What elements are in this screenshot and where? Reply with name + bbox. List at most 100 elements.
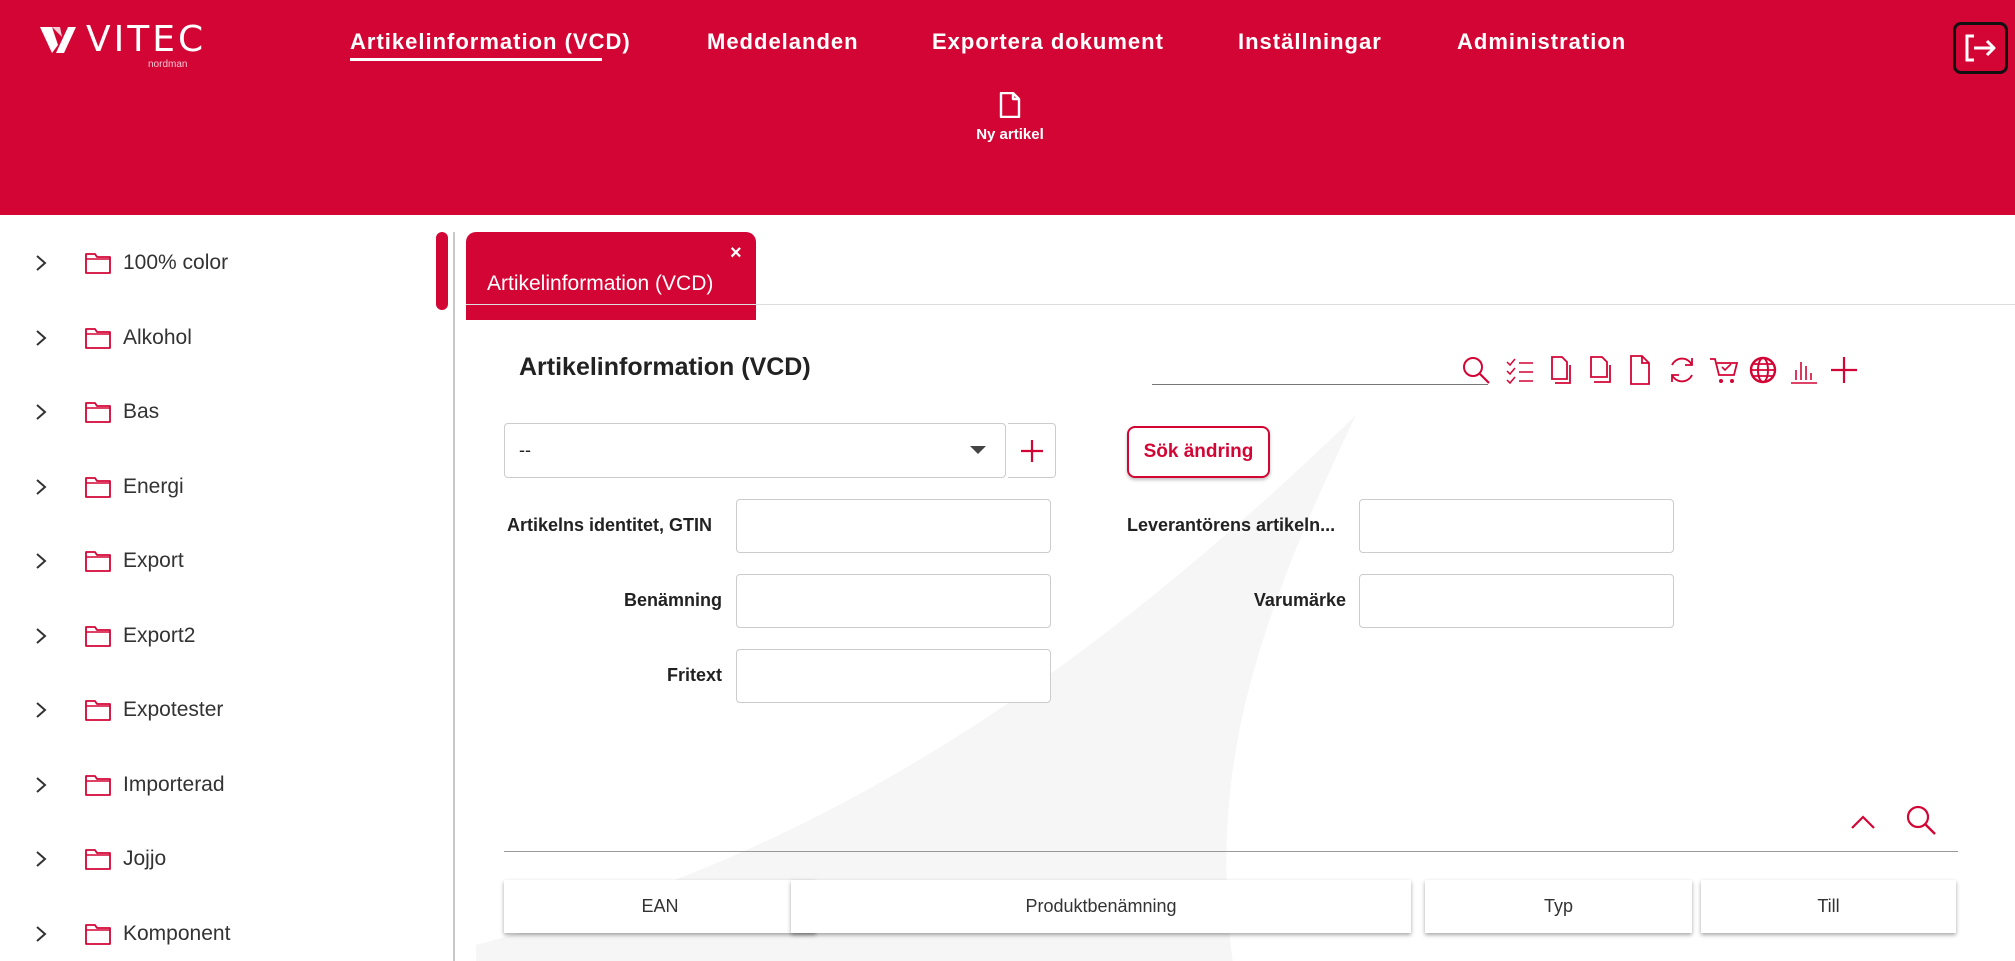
tab-label: Artikelinformation (VCD) (487, 272, 714, 295)
tree-item[interactable]: Komponent (0, 914, 420, 954)
folder-icon (85, 253, 111, 274)
varumarke-label: Varumärke (1253, 590, 1346, 610)
chevron-up-icon[interactable] (1848, 807, 1878, 837)
checklist-icon (1506, 358, 1533, 385)
chevron-right-icon[interactable] (34, 700, 48, 720)
plus-icon (1020, 439, 1043, 462)
folder-icon (85, 476, 111, 498)
fritext-input[interactable] (736, 649, 1051, 703)
nav-installningar[interactable]: Inställningar (1238, 29, 1382, 55)
profile-select-value: -- (519, 440, 531, 460)
folder-icon (85, 700, 111, 721)
nav-administration[interactable]: Administration (1457, 29, 1626, 55)
background-watermark (476, 415, 1356, 961)
folder-icon (85, 923, 111, 945)
column-header-typ[interactable]: Typ (1425, 880, 1692, 933)
folder-icon (85, 327, 111, 349)
tree-item-label: Alkohol (123, 325, 192, 349)
tree-item[interactable]: Expotester (0, 690, 420, 730)
chevron-right-icon[interactable] (34, 924, 48, 944)
supplier-article-label: Leverantörens artikeln... (1127, 515, 1336, 535)
chevron-right-icon[interactable] (34, 477, 48, 497)
document-tool-button[interactable] (1623, 353, 1657, 387)
tree-item[interactable]: 100% color (0, 243, 420, 283)
document-icon (999, 92, 1021, 118)
sidebar-divider (453, 232, 455, 961)
logout-button[interactable] (1953, 22, 2008, 74)
chevron-right-icon[interactable] (34, 775, 48, 795)
chevron-right-icon[interactable] (34, 849, 48, 869)
caret-down-icon (970, 446, 986, 454)
tree-item[interactable]: Export2 (0, 616, 420, 656)
grid-search-icon[interactable] (1904, 803, 1938, 837)
benamning-input[interactable] (736, 574, 1051, 628)
search-change-button[interactable]: Sök ändring (1127, 426, 1270, 478)
tree-item[interactable]: Jojjo (0, 839, 420, 879)
folder-icon (85, 551, 111, 572)
copy-icon (1551, 356, 1571, 384)
checklist-tool-button[interactable] (1503, 353, 1537, 387)
chart-icon (1791, 362, 1817, 384)
refresh-tool-button[interactable] (1665, 353, 1699, 387)
tree-item-label: 100% color (123, 251, 229, 274)
search-tool-button[interactable] (1459, 353, 1493, 387)
folder-icon (85, 402, 111, 423)
tree-item[interactable]: Importerad (0, 765, 420, 805)
nav-exportera-dokument[interactable]: Exportera dokument (932, 29, 1164, 55)
add-tool-button[interactable] (1827, 353, 1861, 387)
tree-item[interactable]: Export (0, 541, 420, 581)
gtin-label: Artikelns identitet, GTIN (507, 515, 713, 535)
nav-meddelanden[interactable]: Meddelanden (707, 29, 859, 55)
logout-icon (1965, 34, 1995, 62)
add-profile-button[interactable] (1008, 423, 1056, 478)
chevron-right-icon[interactable] (34, 551, 48, 571)
supplier-article-input[interactable] (1359, 499, 1674, 553)
globe-tool-button[interactable] (1746, 353, 1780, 387)
new-article-label: Ny artikel (976, 126, 1044, 143)
cart-icon (1710, 358, 1739, 383)
tree-item-label: Export (123, 549, 184, 572)
grid-divider (504, 851, 1958, 852)
tree-item-label: Energi (123, 474, 184, 498)
chevron-right-icon[interactable] (34, 402, 48, 422)
logo-subtitle: nordman (148, 59, 188, 70)
column-header-till[interactable]: Till (1701, 880, 1956, 933)
profile-select[interactable]: -- (504, 423, 1006, 478)
varumarke-input[interactable] (1359, 574, 1674, 628)
tree-item-label: Importerad (123, 772, 225, 796)
chart-tool-button[interactable] (1787, 353, 1821, 387)
gtin-input[interactable] (736, 499, 1051, 553)
vitec-logo[interactable]: VITEC (38, 22, 206, 58)
folder-icon (85, 849, 111, 870)
cart-tool-button[interactable] (1707, 353, 1741, 387)
page-title: Artikelinformation (VCD) (519, 353, 811, 381)
copy-alt-icon (1590, 356, 1611, 383)
tree-item[interactable]: Bas (0, 392, 420, 432)
chevron-right-icon[interactable] (34, 253, 48, 273)
chevron-right-icon[interactable] (34, 626, 48, 646)
nav-active-underline (350, 58, 602, 61)
folder-icon (85, 625, 111, 647)
tab-close-icon[interactable]: × (730, 242, 742, 265)
benamning-label: Benämning (623, 590, 722, 610)
chevron-right-icon[interactable] (34, 328, 48, 348)
copy-tool-button[interactable] (1543, 353, 1577, 387)
toolbar-search-field[interactable] (1152, 384, 1488, 385)
tab-artikelinformation[interactable]: Artikelinformation (VCD) × (466, 232, 756, 320)
tree-item[interactable]: Alkohol (0, 318, 420, 358)
tree-item-label: Expotester (123, 698, 224, 721)
new-article-button[interactable]: Ny artikel (970, 92, 1050, 143)
copy-alt-tool-button[interactable] (1583, 353, 1617, 387)
top-header: VITEC nordman Artikelinformation (VCD) M… (0, 0, 2015, 215)
column-header-ean[interactable]: EAN (504, 880, 816, 933)
tree-item-label: Jojjo (123, 847, 167, 870)
main-panel: Artikelinformation (VCD) × Artikelinform… (456, 215, 2015, 961)
search-icon (1463, 357, 1490, 384)
logo-mark-icon (40, 27, 76, 53)
add-icon (1831, 357, 1857, 383)
globe-icon (1749, 356, 1777, 384)
sidebar-scrollbar-thumb[interactable] (436, 232, 448, 310)
tree-item[interactable]: Energi (0, 467, 420, 507)
nav-artikelinformation[interactable]: Artikelinformation (VCD) (350, 29, 631, 55)
column-header-produktbenamning[interactable]: Produktbenämning (791, 880, 1411, 933)
